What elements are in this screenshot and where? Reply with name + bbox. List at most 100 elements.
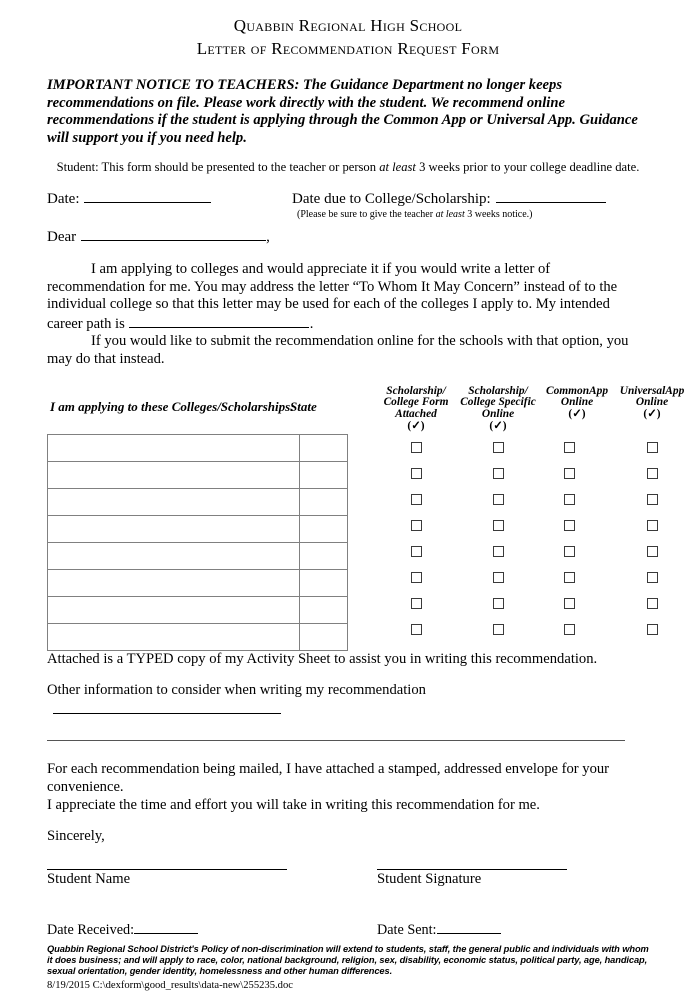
checkbox-scholarship-specific-online-row-6[interactable] bbox=[492, 571, 504, 583]
date-sent-input[interactable] bbox=[436, 920, 501, 934]
checkbox-commonapp-online-row-5[interactable] bbox=[563, 545, 575, 557]
checkbox-scholarship-form-attached-row-1[interactable] bbox=[410, 441, 422, 453]
table-row bbox=[47, 568, 348, 597]
header-colleges: I am applying to these Colleges/Scholars… bbox=[50, 398, 295, 414]
student-name-label: Student Name bbox=[47, 870, 131, 887]
state-cell[interactable] bbox=[299, 568, 348, 597]
date-received-input[interactable] bbox=[134, 920, 199, 934]
checkbox-scholarship-form-attached-row-7[interactable] bbox=[410, 597, 422, 609]
checkbox-universalapp-online-row-8[interactable] bbox=[646, 623, 658, 635]
college-cell[interactable] bbox=[47, 541, 300, 570]
checkbox-universalapp-online-row-4[interactable] bbox=[646, 519, 658, 531]
date-received-sent-block: Date Received: Date Sent: bbox=[47, 920, 649, 942]
career-path-input[interactable] bbox=[128, 314, 309, 328]
college-cell[interactable] bbox=[47, 433, 300, 462]
date-due-note-emphasis: at least bbox=[435, 209, 465, 220]
checkmark-icon: (✓) bbox=[685, 409, 696, 421]
checkbox-commonapp-online-row-8[interactable] bbox=[563, 623, 575, 635]
date-sent-label: Date Sent: bbox=[377, 921, 437, 938]
colleges-table-headers: I am applying to these Colleges/Scholars… bbox=[47, 385, 684, 434]
state-cell[interactable] bbox=[299, 487, 348, 516]
student-signature-line[interactable] bbox=[377, 868, 567, 870]
online-option-text: If you would like to submit the recommen… bbox=[47, 333, 629, 367]
date-due-note-part1: (Please be sure to give the teacher bbox=[297, 209, 436, 220]
header-scholarship-specific-online: Scholarship/ College Specific Online (✓) bbox=[455, 385, 541, 433]
college-cell[interactable] bbox=[47, 514, 300, 543]
student-note: Student: This form should be presented t… bbox=[47, 160, 649, 175]
checkbox-commonapp-online-row-4[interactable] bbox=[563, 519, 575, 531]
checkbox-commonapp-online-row-2[interactable] bbox=[563, 467, 575, 479]
checkbox-scholarship-specific-online-row-7[interactable] bbox=[492, 597, 504, 609]
colleges-grid-body bbox=[47, 433, 348, 651]
header-universalapp-online: UniversalApp Online (✓) bbox=[612, 385, 692, 421]
header-line-2: Only bbox=[685, 397, 696, 409]
state-cell[interactable] bbox=[299, 514, 348, 543]
student-note-part2: 3 weeks prior to your college deadline d… bbox=[415, 160, 640, 174]
checkbox-commonapp-online-row-1[interactable] bbox=[563, 441, 575, 453]
header-line-1: Letter bbox=[685, 386, 696, 398]
state-cell[interactable] bbox=[299, 433, 348, 462]
date-received-group: Date Received: bbox=[47, 920, 199, 939]
other-info-label: Other information to consider when writi… bbox=[47, 682, 426, 699]
online-option-paragraph: If you would like to submit the recommen… bbox=[47, 333, 649, 368]
checkbox-scholarship-form-attached-row-4[interactable] bbox=[410, 519, 422, 531]
checkbox-commonapp-online-row-3[interactable] bbox=[563, 493, 575, 505]
table-row bbox=[47, 433, 348, 462]
checkbox-universalapp-online-row-7[interactable] bbox=[646, 597, 658, 609]
state-cell[interactable] bbox=[299, 541, 348, 570]
date-input[interactable] bbox=[84, 189, 212, 203]
document-page: Quabbin Regional High School Letter of R… bbox=[0, 0, 696, 991]
state-cell[interactable] bbox=[299, 622, 348, 651]
checkbox-scholarship-form-attached-row-2[interactable] bbox=[410, 467, 422, 479]
checkbox-commonapp-online-row-7[interactable] bbox=[563, 597, 575, 609]
closing-line: Sincerely, bbox=[47, 828, 105, 845]
checkbox-scholarship-specific-online-row-8[interactable] bbox=[492, 623, 504, 635]
checkbox-scholarship-form-attached-row-6[interactable] bbox=[410, 571, 422, 583]
form-title: Letter of Recommendation Request Form bbox=[196, 39, 500, 58]
table-row bbox=[47, 514, 348, 543]
document-header: Quabbin Regional High School Letter of R… bbox=[47, 0, 649, 60]
checkbox-commonapp-online-row-6[interactable] bbox=[563, 571, 575, 583]
other-info-input[interactable] bbox=[53, 700, 281, 714]
checkbox-universalapp-online-row-3[interactable] bbox=[646, 493, 658, 505]
activity-sheet-line: Attached is a TYPED copy of my Activity … bbox=[47, 650, 598, 667]
checkbox-scholarship-specific-online-row-1[interactable] bbox=[492, 441, 504, 453]
college-cell[interactable] bbox=[47, 595, 300, 624]
student-name-line[interactable] bbox=[47, 868, 287, 870]
checkbox-scholarship-specific-online-row-5[interactable] bbox=[492, 545, 504, 557]
checkbox-scholarship-form-attached-row-5[interactable] bbox=[410, 545, 422, 557]
state-cell[interactable] bbox=[299, 460, 348, 489]
state-cell[interactable] bbox=[299, 595, 348, 624]
checkbox-scholarship-specific-online-row-2[interactable] bbox=[492, 467, 504, 479]
checkbox-scholarship-form-attached-row-3[interactable] bbox=[410, 493, 422, 505]
checkbox-universalapp-online-row-2[interactable] bbox=[646, 467, 658, 479]
salutation-input[interactable] bbox=[81, 227, 267, 241]
school-name: Quabbin Regional High School bbox=[233, 16, 463, 35]
college-cell[interactable] bbox=[47, 622, 300, 651]
checkbox-universalapp-online-row-6[interactable] bbox=[646, 571, 658, 583]
checkmark-icon: (✓) bbox=[568, 408, 586, 421]
checkbox-universalapp-online-row-1[interactable] bbox=[646, 441, 658, 453]
signature-block: Student Name Student Signature bbox=[47, 868, 649, 916]
checkbox-scholarship-specific-online-row-4[interactable] bbox=[492, 519, 504, 531]
table-row bbox=[47, 460, 348, 489]
other-info-row: Other information to consider when writi… bbox=[47, 682, 649, 719]
nondiscrimination-notice: Quabbin Regional School District's Polic… bbox=[47, 943, 649, 977]
header-state: State bbox=[290, 398, 317, 414]
college-cell[interactable] bbox=[47, 487, 300, 516]
colleges-grid bbox=[47, 433, 348, 651]
date-due-note-part2: 3 weeks notice.) bbox=[464, 209, 533, 220]
file-path-line: 8/19/2015 C:\dexform\good_results\data-n… bbox=[47, 980, 293, 992]
college-cell[interactable] bbox=[47, 568, 300, 597]
header-letter-only: Letter Only (✓) bbox=[685, 386, 696, 421]
college-cell[interactable] bbox=[47, 460, 300, 489]
checkbox-universalapp-online-row-5[interactable] bbox=[646, 545, 658, 557]
checkbox-scholarship-specific-online-row-3[interactable] bbox=[492, 493, 504, 505]
salutation-label: Dear bbox=[47, 229, 77, 245]
date-due-input[interactable] bbox=[495, 189, 606, 203]
checkmark-icon: (✓) bbox=[407, 419, 425, 432]
student-note-emphasis: at least bbox=[379, 160, 416, 174]
checkbox-scholarship-form-attached-row-8[interactable] bbox=[410, 623, 422, 635]
